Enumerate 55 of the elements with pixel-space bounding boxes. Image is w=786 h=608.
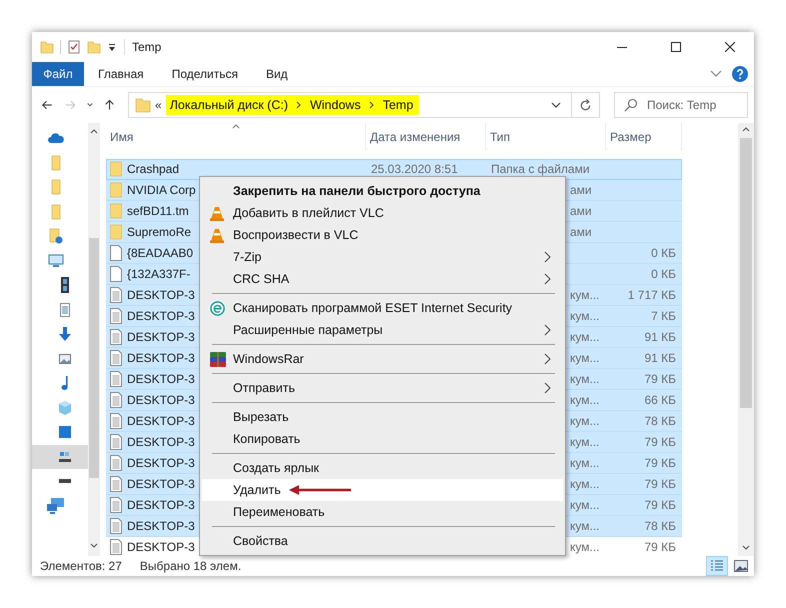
file-type: ами: [570, 225, 592, 239]
file-type: кум...: [570, 309, 600, 323]
file-size: 1 717 КБ: [628, 288, 676, 302]
file-type: кум...: [570, 393, 600, 407]
file-size: 7 КБ: [651, 309, 676, 323]
file-size: 79 КБ: [644, 477, 676, 491]
file-type: кум...: [570, 498, 600, 512]
file-name: DESKTOP-3: [127, 309, 195, 323]
window-title: Temp: [132, 40, 162, 54]
file-name: {8EADAAB0: [127, 246, 194, 260]
file-name: DESKTOP-3: [127, 540, 195, 554]
file-size: 79 КБ: [644, 372, 676, 386]
file-type: ами: [570, 204, 592, 218]
file-size: 79 КБ: [644, 540, 676, 554]
file-name: DESKTOP-3: [127, 372, 195, 386]
file-size: 0 КБ: [651, 246, 676, 260]
file-size: 78 КБ: [644, 519, 676, 533]
file-name: DESKTOP-3: [127, 498, 195, 512]
file-size: 79 КБ: [644, 498, 676, 512]
file-name: Crashpad: [127, 162, 180, 176]
file-type: кум...: [570, 456, 600, 470]
file-name: DESKTOP-3: [127, 519, 195, 533]
file-name: {132A337F-: [127, 267, 190, 281]
item-count: Элементов: 27: [40, 559, 122, 573]
file-size: 79 КБ: [644, 435, 676, 449]
file-size: 66 КБ: [644, 393, 676, 407]
file-type: кум...: [570, 435, 600, 449]
file-name: DESKTOP-3: [127, 414, 195, 428]
file-type: кум...: [570, 288, 600, 302]
file-type: кум...: [570, 414, 600, 428]
file-type: кум...: [570, 519, 600, 533]
file-name: DESKTOP-3: [127, 351, 195, 365]
selection-count: Выбрано 18 элем.: [140, 559, 242, 573]
file-name: DESKTOP-3: [127, 435, 195, 449]
file-name: DESKTOP-3: [127, 456, 195, 470]
date-modified: 25.03.2020 8:51: [371, 162, 458, 176]
file-type: кум...: [570, 372, 600, 386]
file-type: кум...: [570, 477, 600, 491]
file-name: DESKTOP-3: [127, 393, 195, 407]
file-name: sefBD11.tm: [127, 204, 189, 218]
file-type: кум...: [570, 351, 600, 365]
file-name: NVIDIA Corp: [127, 183, 196, 197]
file-type: кум...: [570, 540, 600, 554]
file-name: DESKTOP-3: [127, 288, 195, 302]
file-name: DESKTOP-3: [127, 330, 195, 344]
file-size: 91 КБ: [644, 351, 676, 365]
file-size: 0 КБ: [651, 267, 676, 281]
file-size: 78 КБ: [644, 414, 676, 428]
file-size: 91 КБ: [644, 330, 676, 344]
file-size: 79 КБ: [644, 456, 676, 470]
file-type: кум...: [570, 330, 600, 344]
file-name: SupremoRe: [127, 225, 192, 239]
file-type: ами: [570, 183, 592, 197]
file-name: DESKTOP-3: [127, 477, 195, 491]
file-type: Папка с файлами: [491, 162, 590, 176]
